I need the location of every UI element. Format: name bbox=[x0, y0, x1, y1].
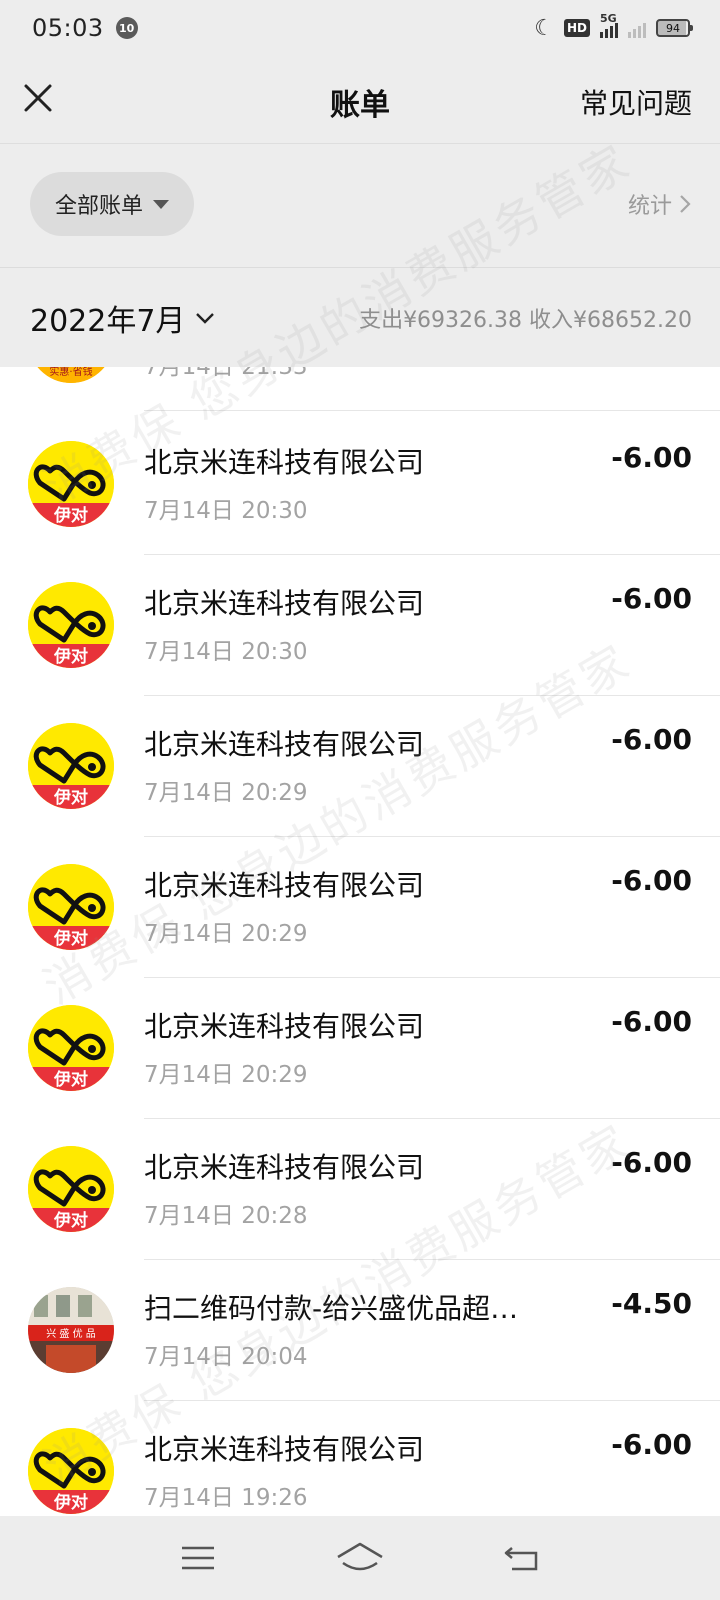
transaction-amount: -4.50 bbox=[611, 1287, 692, 1320]
transaction-amount: -6.00 bbox=[611, 1428, 692, 1461]
menu-icon[interactable] bbox=[178, 1543, 218, 1573]
network-label: 5G bbox=[600, 12, 617, 25]
transaction-merchant-name: 北京米连科技有限公司 bbox=[144, 869, 425, 902]
discount-logo-icon: 实惠·省钱 bbox=[28, 367, 114, 383]
status-bar: 05:03 10 ☾ HD 5G 94 bbox=[0, 0, 720, 56]
heart-infinity-logo-icon: 伊对 bbox=[28, 1005, 114, 1091]
back-icon[interactable] bbox=[502, 1542, 542, 1574]
transaction-time: 7月14日 20:29 bbox=[144, 780, 308, 806]
system-navigation-bar bbox=[0, 1516, 720, 1600]
signal-icon bbox=[628, 18, 646, 38]
logo-text: 伊对 bbox=[53, 928, 88, 949]
transaction-list[interactable]: 实惠·省钱 7月14日 21:33 伊对 北京米连科技有限公司 7月14日 20:3… bbox=[0, 367, 720, 1516]
transaction-time: 7月14日 20:30 bbox=[144, 498, 308, 524]
faq-link[interactable]: 常见问题 bbox=[580, 82, 692, 122]
logo-text: 伊对 bbox=[53, 787, 88, 808]
merchant-logo: 伊对 bbox=[28, 1428, 114, 1514]
home-icon[interactable] bbox=[335, 1541, 385, 1575]
transaction-item-partial[interactable]: 实惠·省钱 7月14日 21:33 bbox=[0, 367, 720, 411]
hd-icon: HD bbox=[563, 19, 590, 37]
notification-badge: 10 bbox=[115, 17, 138, 39]
statistics-link[interactable]: 统计 bbox=[628, 188, 692, 220]
transaction-item[interactable]: 伊对 北京米连科技有限公司 7月14日 20:29 -6.00 bbox=[0, 975, 720, 1119]
transaction-item[interactable]: 伊对 北京米连科技有限公司 7月14日 20:30 -6.00 bbox=[0, 552, 720, 696]
merchant-logo: 伊对 bbox=[28, 723, 114, 809]
transaction-item[interactable]: 伊对 北京米连科技有限公司 7月14日 19:26 -6.00 bbox=[0, 1398, 720, 1516]
header-bar: 账单 常见问题 bbox=[0, 56, 720, 144]
transaction-time: 7月14日 19:26 bbox=[144, 1485, 308, 1511]
logo-text: 伊对 bbox=[53, 1069, 88, 1090]
transaction-amount: -6.00 bbox=[611, 1146, 692, 1179]
transaction-merchant-name: 扫二维码付款-给兴盛优品超… bbox=[144, 1292, 519, 1325]
heart-infinity-logo-icon: 伊对 bbox=[28, 864, 114, 950]
heart-infinity-logo-icon: 伊对 bbox=[28, 723, 114, 809]
month-label: 2022年7月 bbox=[30, 304, 186, 339]
transaction-amount: -6.00 bbox=[611, 864, 692, 897]
merchant-logo: 伊对 bbox=[28, 1005, 114, 1091]
transaction-merchant-name: 北京米连科技有限公司 bbox=[144, 1151, 425, 1184]
transaction-time: 7月14日 21:33 bbox=[144, 367, 308, 380]
month-income-expense: 支出¥69326.38 收入¥68652.20 bbox=[359, 308, 692, 333]
chevron-down-icon bbox=[196, 313, 215, 324]
transaction-item[interactable]: 兴 盛 优 品 扫二维码付款-给兴盛优品超… 7月14日 20:04 -4.50 bbox=[0, 1257, 720, 1401]
transaction-item[interactable]: 伊对 北京米连科技有限公司 7月14日 20:28 -6.00 bbox=[0, 1116, 720, 1260]
all-bills-filter-button[interactable]: 全部账单 bbox=[30, 172, 194, 236]
merchant-logo: 实惠·省钱 bbox=[28, 367, 114, 383]
transaction-merchant-name: 北京米连科技有限公司 bbox=[144, 1010, 425, 1043]
statistics-label: 统计 bbox=[627, 194, 672, 219]
heart-infinity-logo-icon: 伊对 bbox=[28, 441, 114, 527]
transaction-amount: -6.00 bbox=[611, 723, 692, 756]
do-not-disturb-icon: ☾ bbox=[534, 15, 554, 41]
logo-text: 伊对 bbox=[53, 1492, 88, 1513]
filter-bar: 全部账单 统计 bbox=[0, 144, 720, 267]
month-selector[interactable]: 2022年7月 bbox=[30, 296, 217, 340]
battery-level: 94 bbox=[666, 21, 680, 35]
transaction-time: 7月14日 20:30 bbox=[144, 639, 308, 665]
logo-text: 伊对 bbox=[53, 1210, 88, 1231]
transaction-item[interactable]: 伊对 北京米连科技有限公司 7月14日 20:29 -6.00 bbox=[0, 693, 720, 837]
transaction-amount: -6.00 bbox=[611, 1005, 692, 1038]
signal-5g-icon: 5G bbox=[600, 12, 618, 38]
store-photo-icon: 兴 盛 优 品 bbox=[28, 1287, 114, 1373]
month-summary-bar: 2022年7月 支出¥69326.38 收入¥68652.20 bbox=[0, 267, 720, 367]
transaction-time: 7月14日 20:28 bbox=[144, 1203, 308, 1229]
merchant-logo: 伊对 bbox=[28, 864, 114, 950]
heart-infinity-logo-icon: 伊对 bbox=[28, 1146, 114, 1232]
caret-down-icon bbox=[153, 199, 169, 209]
merchant-logo: 伊对 bbox=[28, 1146, 114, 1232]
transaction-merchant-name: 北京米连科技有限公司 bbox=[144, 587, 425, 620]
chevron-right-icon bbox=[680, 195, 691, 213]
transaction-time: 7月14日 20:29 bbox=[144, 921, 308, 947]
battery-icon: 94 bbox=[656, 19, 693, 37]
heart-infinity-logo-icon: 伊对 bbox=[28, 1428, 114, 1514]
transaction-merchant-name: 北京米连科技有限公司 bbox=[144, 446, 425, 479]
store-sign-text: 兴 盛 优 品 bbox=[46, 1327, 96, 1340]
transaction-time: 7月14日 20:29 bbox=[144, 1062, 308, 1088]
transaction-merchant-name: 北京米连科技有限公司 bbox=[144, 1433, 425, 1466]
heart-infinity-logo-icon: 伊对 bbox=[28, 582, 114, 668]
merchant-logo: 伊对 bbox=[28, 582, 114, 668]
logo-text: 伊对 bbox=[53, 505, 88, 526]
logo-text: 实惠·省钱 bbox=[49, 367, 92, 378]
merchant-logo: 伊对 bbox=[28, 441, 114, 527]
transaction-amount: -6.00 bbox=[611, 441, 692, 474]
status-icons: ☾ HD 5G 94 bbox=[534, 12, 693, 41]
transaction-item[interactable]: 伊对 北京米连科技有限公司 7月14日 20:30 -6.00 bbox=[0, 411, 720, 555]
merchant-logo: 兴 盛 优 品 bbox=[28, 1287, 114, 1373]
all-bills-label: 全部账单 bbox=[54, 194, 143, 219]
transaction-item[interactable]: 伊对 北京米连科技有限公司 7月14日 20:29 -6.00 bbox=[0, 834, 720, 978]
transaction-merchant-name: 北京米连科技有限公司 bbox=[144, 728, 425, 761]
logo-text: 伊对 bbox=[53, 646, 88, 667]
transaction-amount: -6.00 bbox=[611, 582, 692, 615]
transaction-time: 7月14日 20:04 bbox=[144, 1344, 308, 1370]
status-time: 05:03 bbox=[32, 14, 104, 42]
